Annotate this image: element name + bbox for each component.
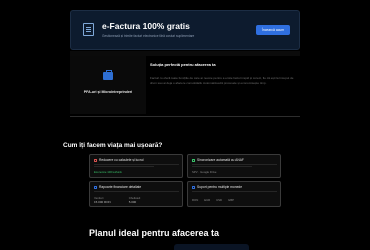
stats-row: Venituri 15.000 RON Cheltuieli 5.000 [94,196,140,204]
currency-eur: EUR [204,198,211,202]
benefit-card: Reducere cu calculele și lucrul Economie… [89,154,183,178]
benefit-card: Suport pentru multiple monede RON EUR US… [187,181,281,207]
benefit-description [94,164,179,165]
try-now-button[interactable]: Încearcă acum [256,25,290,35]
benefits-title: Cum îți facem viața mai ușoară? [63,142,163,149]
benefit-description [94,166,154,167]
chart-icon [94,185,97,189]
benefit-title: Suport pentru multiple monede [197,185,243,189]
savings-badge: Economie 100 lei/lună [94,170,122,174]
currency-list: RON EUR USD GBP [192,198,234,202]
benefit-title: Rapoarte financiare detaliate [99,185,142,189]
section-divider [70,116,300,117]
solution-text: Facturi.ro oferă toate funcțiile de care… [150,76,294,85]
banner-subtitle: Gestionează și trimite facturi electroni… [102,34,195,38]
currency-gbp: GBP [228,198,234,202]
sync-icon [192,158,195,162]
document-icon [83,23,94,36]
briefcase-icon [103,70,113,80]
plan-toggle[interactable] [174,244,249,250]
integration-badge: SPV · Google Drive [192,170,217,174]
currency-ron: RON [192,198,199,202]
currency-icon [192,185,195,189]
stat-value: 15.000 RON [94,200,111,204]
benefit-description [192,191,277,192]
stat-value: 5.000 [128,200,137,204]
banner-title: e-Factura 100% gratis [102,21,190,31]
benefit-title: Sincronizare automată cu ANAF [197,158,244,162]
document-icon [94,158,97,162]
solution-title: Soluția perfectă pentru afacerea ta [150,62,216,67]
benefit-card: Sincronizare automată cu ANAF SPV · Goog… [187,154,281,178]
benefit-title: Reducere cu calculele și lucrul [99,158,144,162]
benefit-card: Rapoarte financiare detaliate Venituri 1… [89,181,183,207]
currency-usd: USD [216,198,223,202]
feature-card[interactable]: PFA-uri și Microîntreprinderi [70,56,146,114]
benefit-description [192,166,252,167]
promo-banner: e-Factura 100% gratis Gestionează și tri… [70,10,300,50]
plans-title: Planul ideal pentru afacerea ta [89,228,220,238]
benefit-description [94,191,179,192]
benefit-description [192,164,277,165]
feature-label: PFA-uri și Microîntreprinderi [83,90,133,94]
